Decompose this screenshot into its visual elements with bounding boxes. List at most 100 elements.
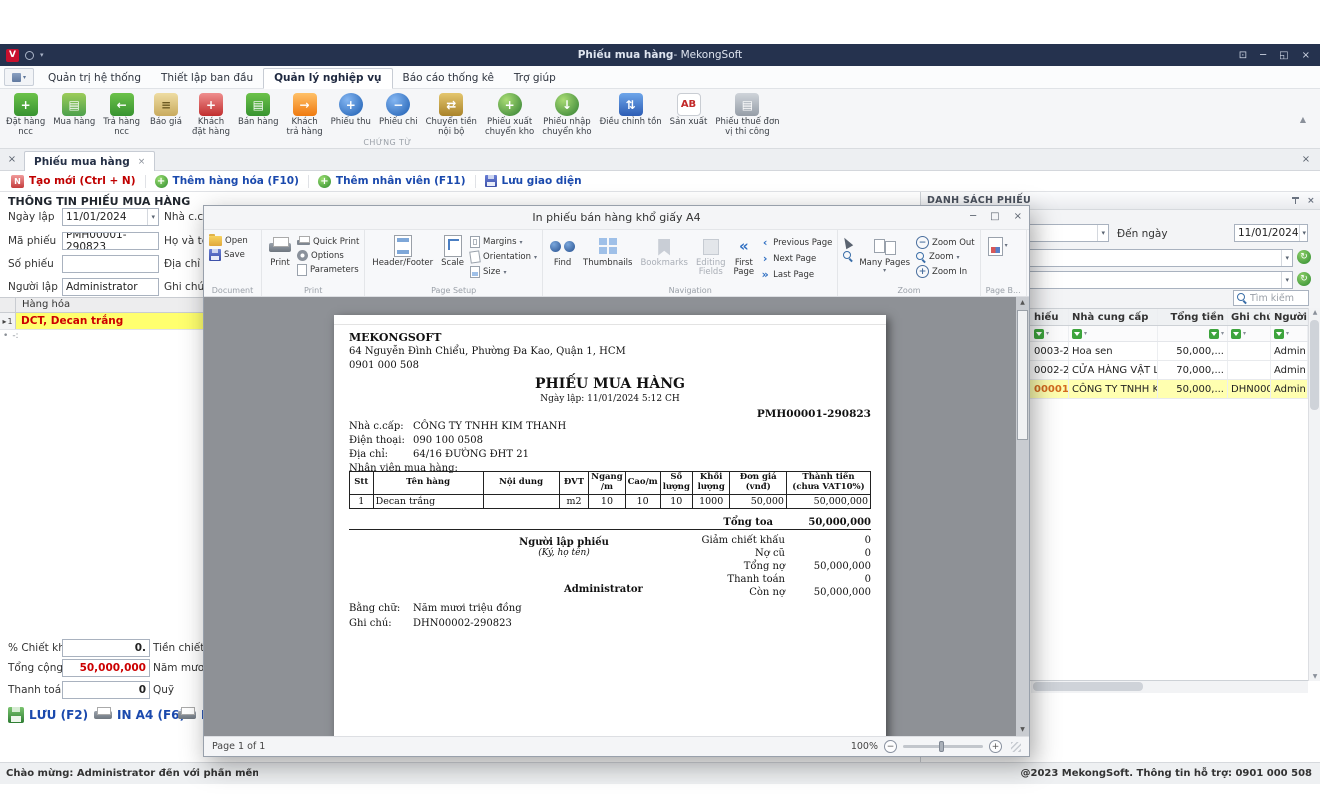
page-background-button[interactable]: ▾ xyxy=(984,233,1012,260)
dialog-maximize-icon[interactable]: □ xyxy=(990,211,999,222)
scrollbar-thumb[interactable] xyxy=(1017,310,1028,440)
filter-cell[interactable]: ▾ xyxy=(1069,326,1158,341)
scrollbar-thumb[interactable] xyxy=(1310,320,1319,410)
ribbon-item-dieu-chinh-ton[interactable]: ⇅Điều chỉnh tồn xyxy=(596,91,666,140)
ribbon-item-phieu-thu[interactable]: +Phiếu thu xyxy=(327,91,375,140)
hand-magnifier-button[interactable] xyxy=(843,251,853,261)
ribbon-item-phieu-xuat-chuyen-kho[interactable]: +Phiếu xuất chuyển kho xyxy=(481,91,538,140)
previous-page-button[interactable]: ‹Previous Page xyxy=(760,236,832,249)
search-input[interactable] xyxy=(1250,293,1305,304)
save-button[interactable]: Save xyxy=(209,249,248,261)
tabbar-close-right-icon[interactable]: × xyxy=(1298,152,1314,168)
ribbon-item-khach-tra-hang[interactable]: →Khách trả hàng xyxy=(283,91,327,140)
ribbon-item-san-xuat[interactable]: ABSản xuất xyxy=(666,91,712,140)
tab-phieu-mua-hang-document[interactable]: Phiếu mua hàng × xyxy=(24,151,155,171)
last-page-button[interactable]: »Last Page xyxy=(760,268,832,281)
column-nha-cung-cap[interactable]: Nhà cung cấp xyxy=(1069,309,1158,325)
zoom-in-button[interactable]: + xyxy=(989,740,1002,753)
pin-icon[interactable] xyxy=(1291,196,1300,205)
new-voucher-button[interactable]: NTạo mới (Ctrl + N) xyxy=(2,175,145,188)
zoom-out-button[interactable]: −Zoom Out xyxy=(916,236,975,249)
ribbon-item-phieu-chi[interactable]: −Phiếu chi xyxy=(375,91,422,140)
panel-close-icon[interactable]: × xyxy=(1307,196,1315,206)
save-button[interactable]: LƯU (F2) xyxy=(8,707,88,723)
filter-cell[interactable]: ▾ xyxy=(1158,326,1228,341)
ngay-lap-combo[interactable]: 11/01/2024▾ xyxy=(62,208,159,226)
ribbon-item-tra-hang-ncc[interactable]: ←Trả hàng ncc xyxy=(99,91,144,140)
print-button[interactable]: Print xyxy=(265,233,295,269)
orientation-button[interactable]: Orientation▾ xyxy=(470,251,537,263)
filter-cell[interactable]: ▾ xyxy=(1271,326,1308,341)
restore-icon[interactable]: ◱ xyxy=(1279,50,1288,61)
thumbnails-button[interactable]: Thumbnails xyxy=(579,233,636,269)
pointer-button[interactable] xyxy=(843,237,853,248)
add-item-button[interactable]: +Thêm hàng hóa (F10) xyxy=(146,175,308,188)
resize-grip[interactable] xyxy=(1011,742,1021,752)
column-tong-tien[interactable]: Tổng tiền xyxy=(1158,309,1228,325)
thanh-toan-input[interactable]: 0 xyxy=(62,681,150,699)
ribbon-item-chuyen-tien-noi-bo[interactable]: ⇄Chuyển tiền nội bộ xyxy=(422,91,481,140)
filter-cell[interactable]: ▾ xyxy=(1031,326,1069,341)
column-nguoi[interactable]: Người xyxy=(1271,309,1308,325)
scroll-down-icon[interactable]: ▼ xyxy=(1016,724,1029,736)
zoom-slider-thumb[interactable] xyxy=(939,741,944,752)
scale-button[interactable]: Scale xyxy=(437,233,468,269)
ribbon-item-phieu-nhap-chuyen-kho[interactable]: ↓Phiếu nhập chuyển kho xyxy=(538,91,595,140)
ribbon-item-phieu-thue-don-vi-thi-cong[interactable]: ▤Phiếu thuế đơn vị thi công xyxy=(711,91,783,140)
minimize-icon[interactable]: ─ xyxy=(1260,50,1266,61)
refresh-icon[interactable]: ↻ xyxy=(1297,272,1311,286)
tab-tro-giup[interactable]: Trợ giúp xyxy=(504,69,566,88)
den-ngay-combo[interactable]: 11/01/2024▾ xyxy=(1234,224,1308,242)
header-footer-button[interactable]: Header/Footer xyxy=(368,233,437,269)
preview-vertical-scrollbar[interactable]: ▲ ▼ xyxy=(1016,297,1029,736)
chiet-khau-input[interactable]: 0. xyxy=(62,639,150,657)
editing-fields-button[interactable]: Editing Fields xyxy=(692,233,730,279)
ribbon-item-bao-gia[interactable]: ≡Báo giá xyxy=(144,91,188,140)
zoom-in-button[interactable]: +Zoom In xyxy=(916,265,975,278)
scrollbar-thumb[interactable] xyxy=(1033,682,1143,691)
fullscreen-icon[interactable]: ⊡ xyxy=(1239,50,1247,61)
horizontal-scrollbar[interactable] xyxy=(1031,681,1308,693)
options-button[interactable]: Options xyxy=(297,250,359,261)
filter-cell[interactable]: ▾ xyxy=(1228,326,1271,341)
zoom-button[interactable]: Zoom▾ xyxy=(916,252,975,262)
open-button[interactable]: Open xyxy=(209,236,248,246)
tab-thiet-lap-ban-dau[interactable]: Thiết lập ban đầu xyxy=(151,69,263,88)
quick-print-button[interactable]: Quick Print xyxy=(297,236,359,247)
column-ma-phieu[interactable]: hiếu xyxy=(1031,309,1069,325)
scroll-up-icon[interactable]: ▲ xyxy=(1016,297,1029,309)
tabbar-close-left-icon[interactable]: × xyxy=(4,152,20,168)
dialog-close-icon[interactable]: × xyxy=(1014,211,1022,222)
bookmarks-button[interactable]: Bookmarks xyxy=(636,233,692,269)
vertical-scrollbar[interactable]: ▲ ▼ xyxy=(1308,308,1320,681)
ribbon-item-mua-hang[interactable]: ▤Mua hàng xyxy=(49,91,99,140)
tab-quan-ly-nghiep-vu[interactable]: Quản lý nghiệp vụ xyxy=(263,68,392,89)
tab-quan-tri-he-thong[interactable]: Quản trị hệ thống xyxy=(38,69,151,88)
ribbon-item-ban-hang[interactable]: ▤Bán hàng xyxy=(234,91,283,140)
tong-cong-input[interactable]: 50,000,000 xyxy=(62,659,150,677)
zoom-slider[interactable] xyxy=(903,745,983,748)
print-a4-button[interactable]: IN A4 (F6) xyxy=(94,707,185,722)
so-phieu-input[interactable] xyxy=(62,255,159,273)
many-pages-button[interactable]: Many Pages▾ xyxy=(855,233,914,276)
find-button[interactable]: Find xyxy=(546,233,579,269)
ma-phieu-input[interactable]: PMH00001-290823 xyxy=(62,232,159,250)
add-employee-button[interactable]: +Thêm nhân viên (F11) xyxy=(309,175,475,188)
margins-button[interactable]: Margins▾ xyxy=(470,236,537,248)
refresh-icon[interactable]: ↻ xyxy=(1297,250,1311,264)
parameters-button[interactable]: Parameters xyxy=(297,264,359,276)
zoom-out-button[interactable]: − xyxy=(884,740,897,753)
ribbon-item-dat-hang-ncc[interactable]: +Đặt hàng ncc xyxy=(2,91,49,140)
tab-bao-cao-thong-ke[interactable]: Báo cáo thống kê xyxy=(393,69,504,88)
scroll-down-icon[interactable]: ▼ xyxy=(1309,673,1320,680)
scroll-up-icon[interactable]: ▲ xyxy=(1309,309,1320,316)
next-page-button[interactable]: ›Next Page xyxy=(760,252,832,265)
ribbon-item-khach-dat-hang[interactable]: +Khách đặt hàng xyxy=(188,91,234,140)
ribbon-collapse-icon[interactable]: ▲ xyxy=(1300,115,1306,124)
size-button[interactable]: Size▾ xyxy=(470,266,537,278)
dialog-minimize-icon[interactable]: ─ xyxy=(970,211,976,222)
close-tab-icon[interactable]: × xyxy=(138,157,146,167)
save-layout-button[interactable]: Lưu giao diện xyxy=(476,175,591,187)
app-menu-button[interactable]: ▾ xyxy=(4,68,34,86)
column-ghi-chu[interactable]: Ghi chú xyxy=(1228,309,1271,325)
